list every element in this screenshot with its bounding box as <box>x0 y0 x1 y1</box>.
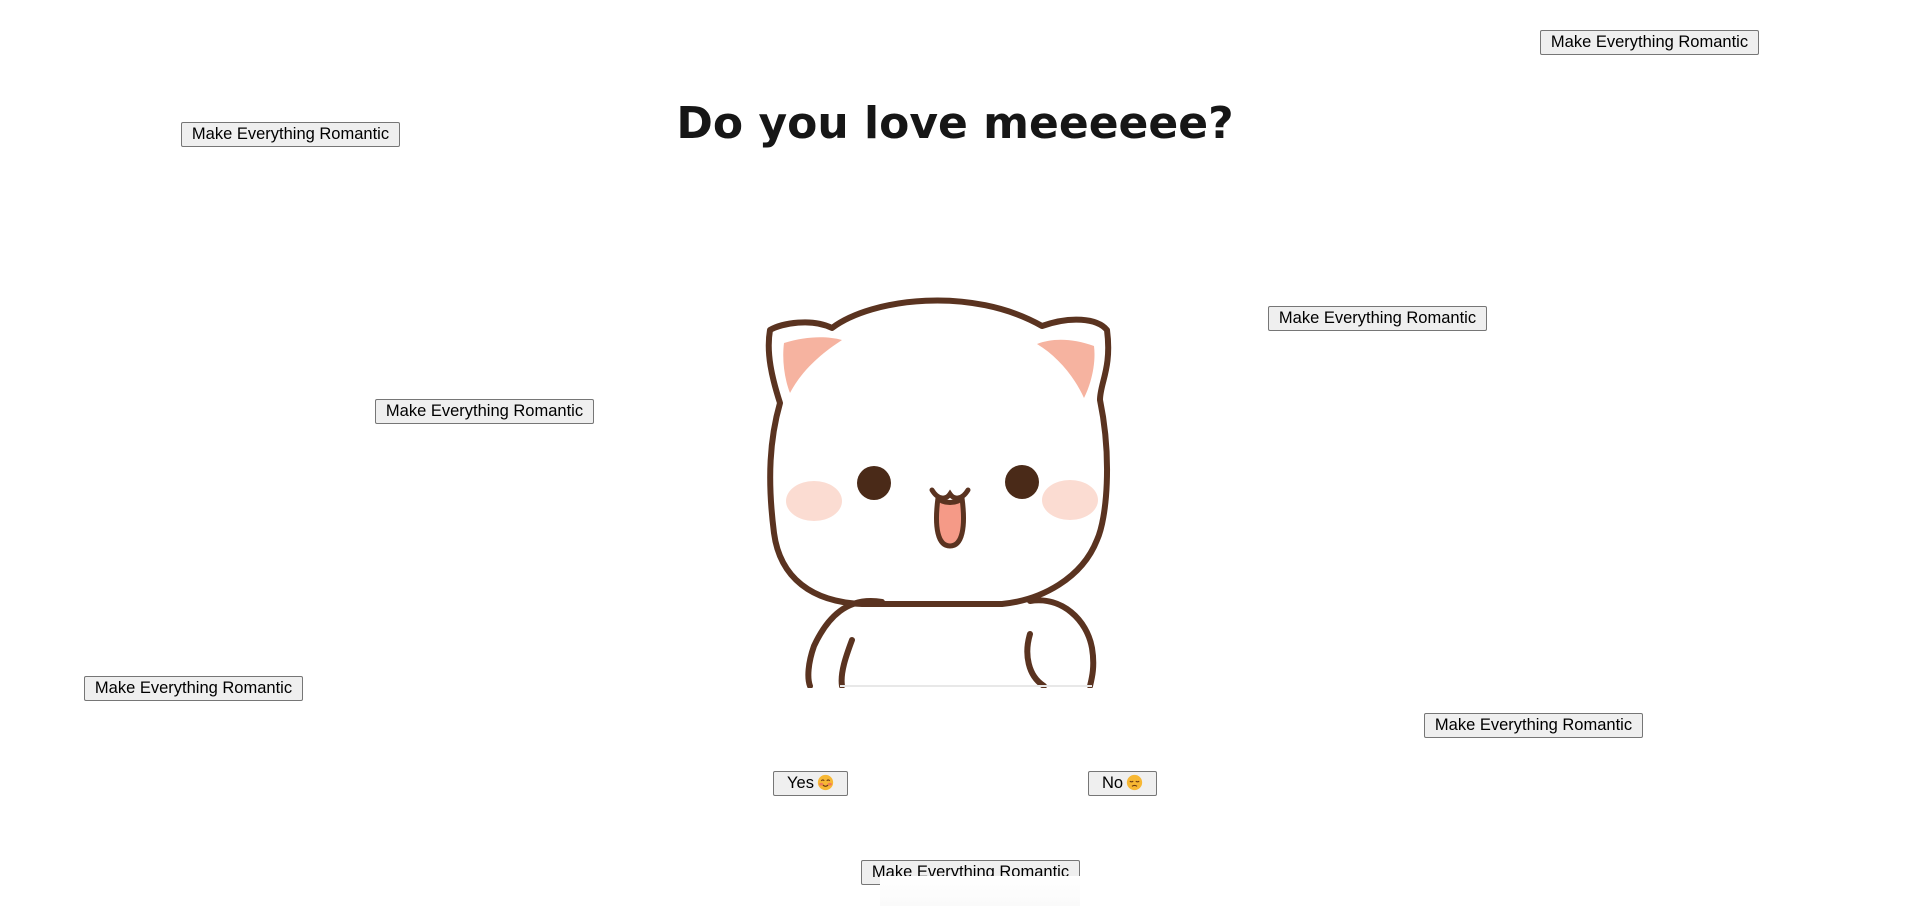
blushing-smile-icon <box>817 774 834 791</box>
yes-label: Yes <box>787 774 814 792</box>
cat-shadow <box>880 876 1080 906</box>
cat-illustration <box>752 278 1182 688</box>
no-label: No <box>1101 774 1124 792</box>
make-romantic-button[interactable]: Make Everything Romantic <box>1424 713 1643 738</box>
make-romantic-button[interactable]: Make Everything Romantic <box>84 676 303 701</box>
make-romantic-button[interactable]: Make Everything Romantic <box>1540 30 1759 55</box>
make-romantic-button[interactable]: Make Everything Romantic <box>181 122 400 147</box>
title-text: Do you love meeeeee? <box>676 98 1234 149</box>
no-button[interactable]: No <box>1088 771 1157 796</box>
yes-button[interactable]: Yes <box>773 771 848 796</box>
make-romantic-button[interactable]: Make Everything Romantic <box>375 399 594 424</box>
make-romantic-button[interactable]: Make Everything Romantic <box>1268 306 1487 331</box>
sad-pensive-icon <box>1126 774 1143 791</box>
